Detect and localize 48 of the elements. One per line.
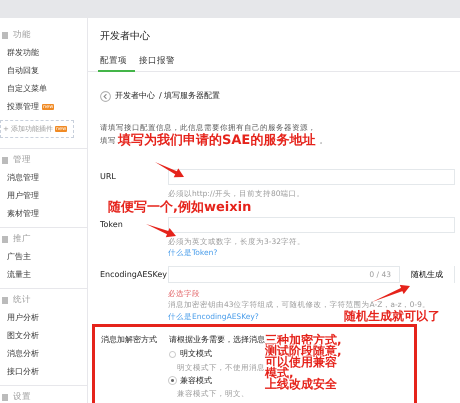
section-icon (2, 32, 8, 38)
sidebar-item[interactable]: 广告主 (0, 248, 87, 266)
text-input[interactable] (168, 169, 455, 185)
page-title: 开发者中心 (100, 30, 151, 44)
annotation-text: 随机生成就可以了 (344, 310, 440, 322)
section-title: 功能 (13, 30, 31, 40)
sidebar-item[interactable]: 自定义菜单 (0, 80, 87, 98)
sidebar-item[interactable]: 接口分析 (0, 363, 87, 381)
instruction-text: 请根据业务需要，选择消息 (169, 335, 265, 344)
breadcrumb-current: / 填写服务器配置 (159, 90, 220, 102)
sidebar-item[interactable]: 素材管理 (0, 205, 87, 223)
field-label: Token (100, 219, 124, 231)
text-input[interactable] (168, 217, 455, 233)
back-icon[interactable] (100, 90, 111, 102)
section-title: 管理 (13, 156, 31, 164)
annotation-text: 模式, (265, 368, 294, 379)
generate-button[interactable]: 随机生成 (399, 266, 454, 283)
sidebar-item[interactable]: 图文分析 (0, 327, 87, 345)
sidebar-item[interactable]: 自动回复 (0, 62, 87, 80)
radio-button[interactable] (169, 350, 176, 358)
sidebar-item[interactable]: 消息管理 (0, 169, 87, 187)
sidebar-item[interactable]: 用户管理 (0, 187, 87, 205)
radio-option[interactable]: 明文模式 (169, 348, 212, 360)
arrow (155, 162, 184, 178)
section-icon (2, 296, 8, 304)
section-icon (2, 156, 8, 164)
breadcrumb-link[interactable]: 开发者中心 (115, 90, 155, 102)
arrow (372, 284, 410, 302)
section-title: 设置 (13, 392, 31, 402)
annotation-text: 填写为我们申请的SAE的服务地址 (118, 134, 316, 147)
sidebar-item[interactable]: 流量主 (0, 266, 87, 284)
tab[interactable]: 接口报警 (137, 52, 183, 72)
annotation-text: 随便写一个,例如weixin (108, 200, 252, 215)
section-icon (2, 394, 8, 400)
sidebar-item[interactable]: 群发功能 (0, 44, 87, 62)
annotation-text: 可以使用兼容 (265, 357, 337, 368)
section-icon (2, 236, 8, 242)
section-title: 统计 (13, 296, 31, 304)
field-label: URL (100, 171, 117, 183)
sidebar-item[interactable]: 消息分析 (0, 345, 87, 363)
section-title: 推广 (13, 234, 31, 244)
arrow (146, 224, 176, 238)
tab[interactable]: 配置项 (98, 52, 135, 72)
field-label: 消息加解密方式 (101, 334, 158, 346)
field-label: EncodingAESKey (100, 268, 168, 280)
annotation-text: 上线改成安全 (265, 379, 338, 390)
sidebar-item[interactable]: 用户分析 (0, 309, 87, 327)
radio-option[interactable]: 兼容模式 (169, 374, 212, 386)
